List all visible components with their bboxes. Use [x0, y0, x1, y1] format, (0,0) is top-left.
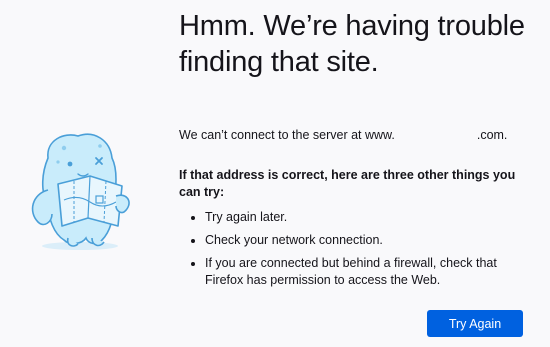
error-content: Hmm. We’re having trouble finding that s… [179, 8, 534, 295]
confused-monster-illustration [31, 133, 130, 250]
description-suffix: .com. [476, 128, 508, 142]
page-title: Hmm. We’re having trouble finding that s… [179, 10, 525, 78]
error-page: Hmm. We’re having trouble finding that s… [0, 0, 550, 347]
try-again-button[interactable]: Try Again [427, 310, 523, 337]
error-description: We can’t connect to the server at www. .c… [179, 127, 534, 143]
description-prefix: We can’t connect to the server at www. [179, 128, 395, 142]
list-item: Check your network connection. [205, 232, 535, 249]
list-item: If you are connected but behind a firewa… [205, 255, 535, 289]
redacted-domain [394, 129, 477, 141]
suggestions-list: Try again later. Check your network conn… [179, 209, 535, 289]
list-item: Try again later. [205, 209, 535, 226]
suggestions-heading: If that address is correct, here are thr… [179, 168, 516, 199]
